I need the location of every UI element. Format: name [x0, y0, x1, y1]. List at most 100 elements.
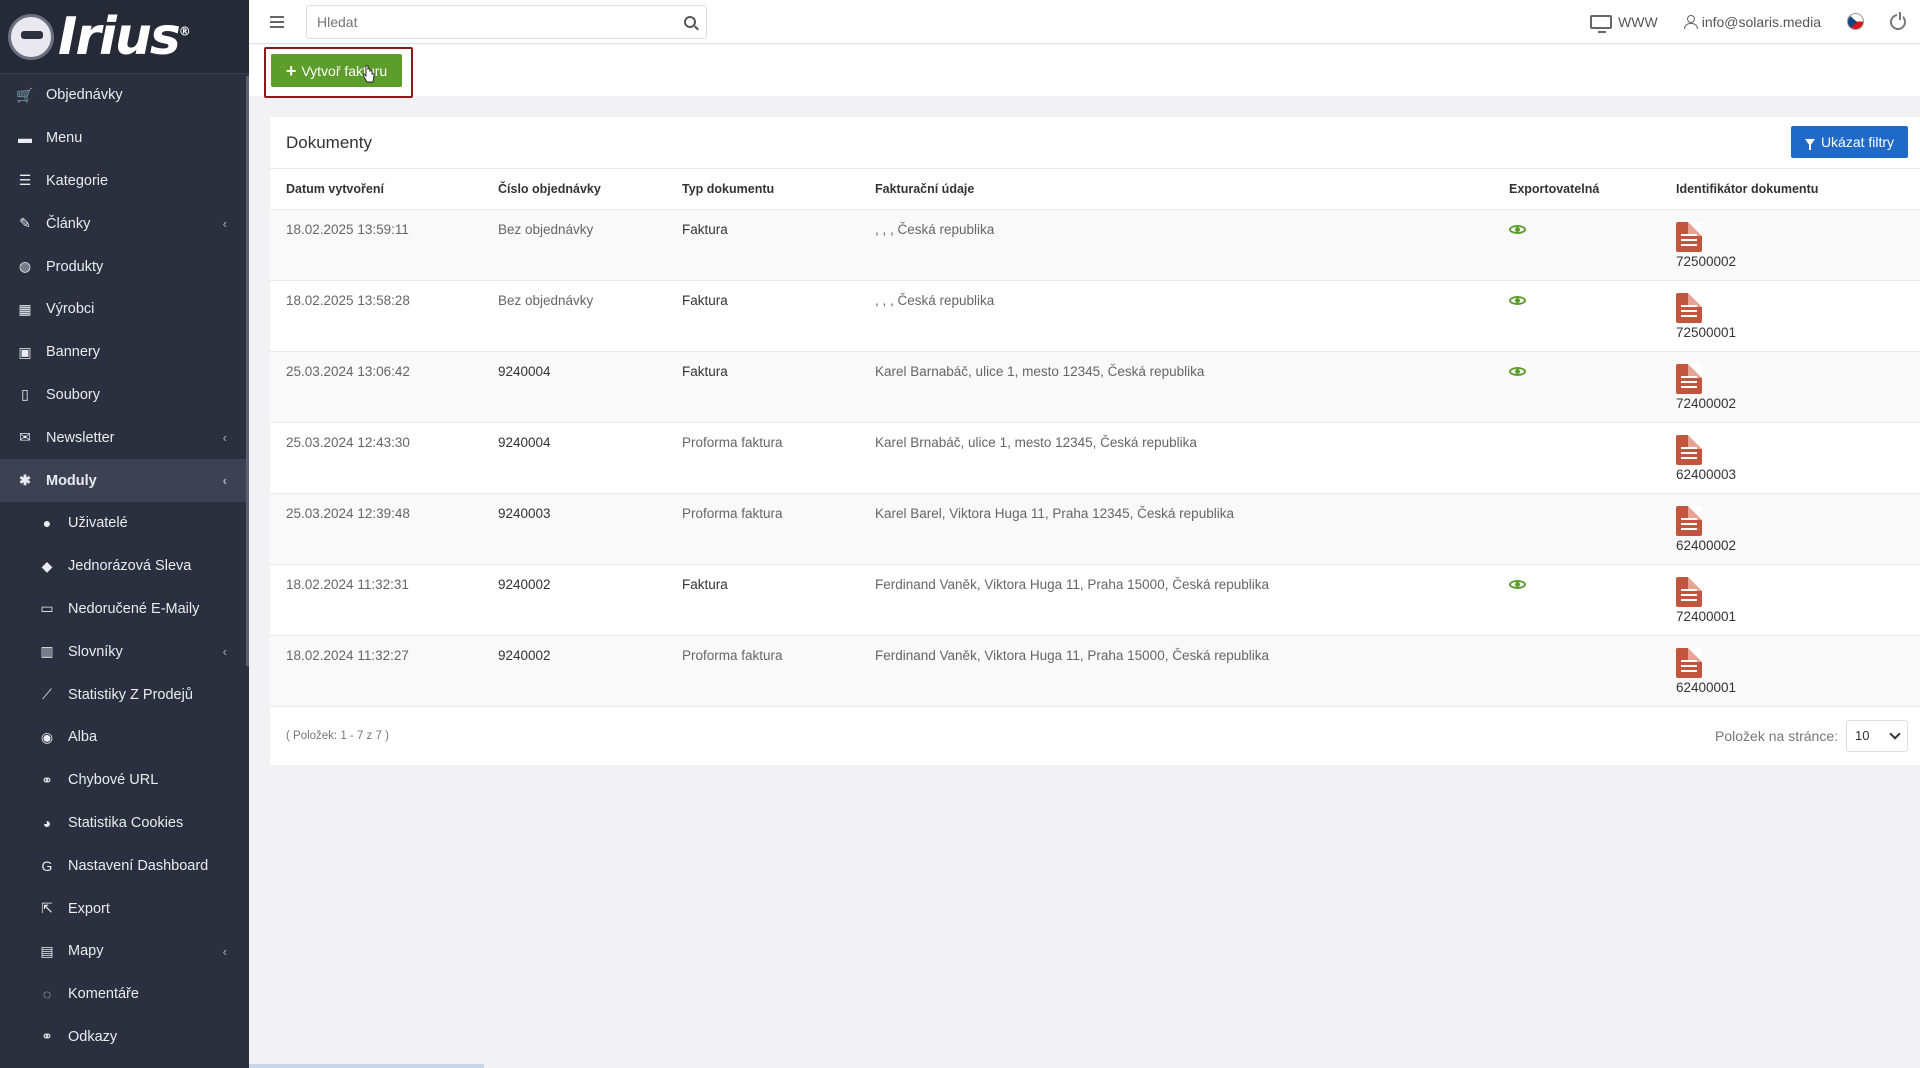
doc-id[interactable]: 72500002: [1676, 254, 1920, 269]
sidebar-item-8[interactable]: ✉ Newsletter ‹: [0, 416, 249, 459]
sidebar-item-12[interactable]: ▭ Nedoručené E-Maily: [0, 588, 249, 631]
cell-order[interactable]: Bez objednávky: [482, 209, 666, 281]
cell-order[interactable]: 9240002: [482, 635, 666, 707]
chevron-left-icon[interactable]: ‹: [223, 430, 227, 445]
sidebar-item-21[interactable]: ◌ Komentáře: [0, 973, 249, 1016]
link-icon: ⚭: [41, 771, 53, 788]
sidebar-item-6[interactable]: ▣ Bannery: [0, 331, 249, 374]
eye-icon[interactable]: [1509, 295, 1526, 305]
table-row[interactable]: 25.03.2024 13:06:42 9240004 Faktura Karel B…: [270, 351, 1920, 423]
sidebar-item-10[interactable]: ● Uživatelé: [0, 502, 249, 545]
show-filters-label: Ukázat filtry: [1820, 134, 1895, 150]
building-icon: ▦: [18, 300, 32, 317]
sidebar-item-label: Soubory: [46, 386, 101, 403]
sidebar-scrollbar[interactable]: [246, 76, 249, 666]
pdf-document-icon[interactable]: [1676, 292, 1702, 323]
table-row[interactable]: 18.02.2024 11:32:27 9240002 Proforma faktu…: [270, 635, 1920, 707]
sidebar-item-14[interactable]: ⟋ Statistiky Z Prodejů: [0, 673, 249, 716]
power-icon[interactable]: [1890, 11, 1906, 30]
search-input[interactable]: [317, 13, 684, 30]
sidebar-item-19[interactable]: ⇱ Export: [0, 887, 249, 930]
doc-id[interactable]: 72500001: [1676, 325, 1920, 340]
sidebar-item-0[interactable]: 🛒 Objednávky: [0, 74, 249, 117]
sidebar-item-7[interactable]: ▯ Soubory: [0, 374, 249, 417]
sidebar-item-label: Statistika Cookies: [68, 814, 184, 831]
sidebar-item-9[interactable]: ✱ Moduly ‹: [0, 459, 249, 502]
sidebar-item-20[interactable]: ▤ Mapy ‹: [0, 930, 249, 973]
sidebar-item-2[interactable]: ☰ Kategorie: [0, 160, 249, 203]
sidebar-item-4[interactable]: ◍ Produkty: [0, 245, 249, 288]
user-menu[interactable]: info@solaris.media: [1683, 14, 1821, 30]
cell-order[interactable]: 9240003: [482, 493, 666, 565]
logo[interactable]: Irius®: [0, 0, 249, 74]
search-icon[interactable]: [684, 15, 696, 28]
chevron-left-icon[interactable]: ‹: [223, 473, 227, 488]
doc-id[interactable]: 72400002: [1676, 396, 1920, 411]
monitor-icon: [1590, 14, 1613, 33]
sidebar-item-15[interactable]: ◉ Alba: [0, 716, 249, 759]
eye-icon[interactable]: [1509, 366, 1526, 376]
column-header-doc-id[interactable]: Identifikátor dokumentu: [1660, 169, 1920, 210]
user-icon: ●: [42, 515, 52, 532]
doc-id[interactable]: 72400001: [1676, 609, 1920, 624]
per-page-select[interactable]: 10: [1846, 719, 1908, 752]
brand-name: Irius®: [58, 6, 191, 67]
sidebar-item-label: Nedoručené E-Maily: [68, 600, 200, 617]
cell-date: 18.02.2024 11:32:31: [270, 564, 482, 636]
sidebar-item-1[interactable]: ▬ Menu: [0, 117, 249, 160]
cell-order[interactable]: 9240004: [482, 351, 666, 423]
horizontal-scrollbar[interactable]: [249, 1064, 484, 1068]
sidebar-item-18[interactable]: G Nastavení Dashboard: [0, 844, 249, 887]
sidebar-item-13[interactable]: ▥ Slovníky ‹: [0, 630, 249, 673]
cell-billing: , , , Česká republika: [859, 280, 1493, 352]
eye-icon[interactable]: [1509, 579, 1526, 589]
cell-type: Proforma faktura: [666, 635, 859, 707]
column-header-type[interactable]: Typ dokumentu: [666, 169, 859, 210]
filter-icon: [1804, 138, 1815, 150]
cell-order[interactable]: Bez objednávky: [482, 280, 666, 352]
cell-order[interactable]: 9240004: [482, 422, 666, 494]
hamburger-menu-icon[interactable]: [270, 15, 284, 28]
table-row[interactable]: 18.02.2025 13:58:28 Bez objednávky Faktura…: [270, 280, 1920, 352]
pdf-document-icon[interactable]: [1676, 576, 1702, 607]
doc-id[interactable]: 62400003: [1676, 467, 1920, 482]
pdf-document-icon[interactable]: [1676, 505, 1702, 536]
pdf-document-icon[interactable]: [1676, 434, 1702, 465]
chevron-left-icon[interactable]: ‹: [223, 944, 227, 959]
doc-id[interactable]: 62400002: [1676, 538, 1920, 553]
doc-id[interactable]: 62400001: [1676, 680, 1920, 695]
show-filters-button[interactable]: Ukázat filtry: [1791, 126, 1908, 158]
cell-type: Faktura: [666, 209, 859, 281]
column-header-billing[interactable]: Fakturační údaje: [859, 169, 1493, 210]
column-header-exportable[interactable]: Exportovatelná: [1493, 169, 1660, 210]
table-row[interactable]: 25.03.2024 12:43:30 9240004 Proforma faktu…: [270, 422, 1920, 494]
sidebar-item-5[interactable]: ▦ Výrobci: [0, 288, 249, 331]
column-header-order[interactable]: Číslo objednávky: [482, 169, 666, 210]
pdf-document-icon[interactable]: [1676, 221, 1702, 252]
column-header-date[interactable]: Datum vytvoření: [270, 169, 482, 210]
cell-exportable: [1493, 351, 1660, 423]
chevron-left-icon[interactable]: ‹: [223, 644, 227, 659]
user-icon: [1683, 14, 1698, 29]
search-box: [306, 4, 707, 39]
pdf-document-icon[interactable]: [1676, 647, 1702, 678]
chevron-left-icon[interactable]: ‹: [223, 216, 227, 231]
create-invoice-button[interactable]: + Vytvoř fakturu: [271, 54, 402, 87]
map-icon: ▤: [40, 942, 54, 959]
czech-flag-icon[interactable]: [1847, 13, 1864, 30]
sidebar-item-22[interactable]: ⚭ Odkazy: [0, 1016, 249, 1059]
sidebar-item-label: Produkty: [46, 258, 104, 275]
table-row[interactable]: 18.02.2024 11:32:31 9240002 Faktura Ferdina…: [270, 564, 1920, 636]
www-link[interactable]: WWW: [1590, 14, 1658, 33]
sidebar-item-16[interactable]: ⚭ Chybové URL: [0, 759, 249, 802]
sidebar-item-3[interactable]: ✎ Články ‹: [0, 202, 249, 245]
cell-order[interactable]: 9240002: [482, 564, 666, 636]
table-row[interactable]: 18.02.2025 13:59:11 Bez objednávky Faktura…: [270, 209, 1920, 281]
plus-icon: +: [285, 60, 297, 81]
sidebar-item-17[interactable]: ◕ Statistika Cookies: [0, 802, 249, 845]
sidebar-item-11[interactable]: ◆ Jednorázová Sleva: [0, 545, 249, 588]
eye-icon[interactable]: [1509, 224, 1526, 234]
pdf-document-icon[interactable]: [1676, 363, 1702, 394]
table-row[interactable]: 25.03.2024 12:39:48 9240003 Proforma faktu…: [270, 493, 1920, 565]
cell-doc-id: 72500002: [1660, 209, 1920, 281]
